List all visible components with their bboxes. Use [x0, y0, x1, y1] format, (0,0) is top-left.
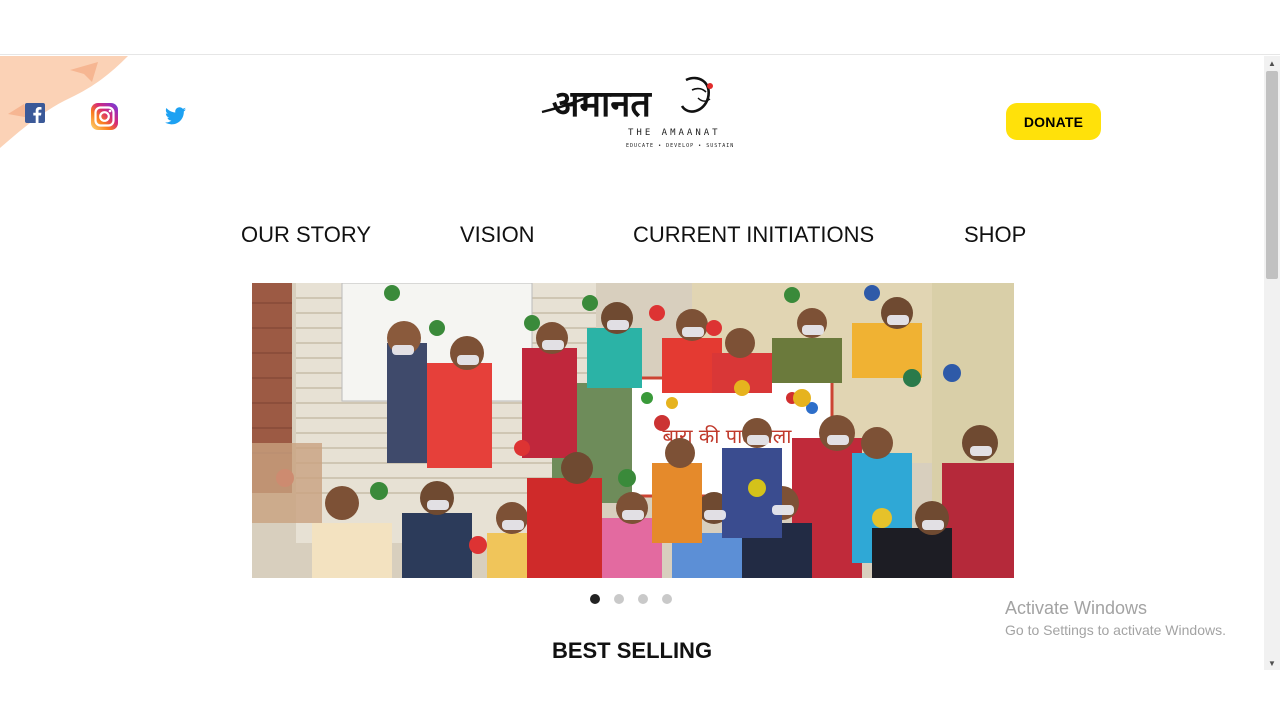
logo-script-text: अमानत [552, 84, 652, 125]
activate-windows-title: Activate Windows [1005, 598, 1148, 618]
nav-item-current-initiations[interactable]: CURRENT INITIATIONS [633, 222, 874, 248]
facebook-icon[interactable] [25, 103, 45, 123]
hero-photo-children: बारा की पाठशाला [252, 283, 1014, 578]
logo-tagline: EDUCATE • DEVELOP • SUSTAIN [626, 143, 735, 149]
activate-windows-watermark: Activate Windows Go to Settings to activ… [1005, 598, 1226, 638]
nav-item-our-story[interactable]: OUR STORY [241, 222, 371, 248]
logo-subtitle: THE AMAANAT [628, 128, 721, 138]
carousel-dot-1[interactable] [590, 594, 600, 604]
browser-top-strip [0, 0, 1280, 55]
scroll-down-arrow-icon[interactable]: ▼ [1264, 656, 1280, 670]
logo-script-mark: अमानत [541, 76, 713, 125]
donate-button[interactable]: DONATE [1006, 103, 1101, 140]
corner-decoration [0, 56, 128, 148]
hero-carousel-slide[interactable]: बारा की पाठशाला [252, 283, 1014, 578]
carousel-dot-4[interactable] [662, 594, 672, 604]
scrollbar-bottom-gap [1264, 670, 1280, 720]
carousel-dot-2[interactable] [614, 594, 624, 604]
best-selling-heading: BEST SELLING [551, 638, 713, 663]
amaanat-logo[interactable]: अमानत THE AMAANAT EDUCATE • DEVELOP • SU… [538, 72, 733, 156]
nav-item-shop[interactable]: SHOP [964, 222, 1026, 248]
activate-windows-subtitle: Go to Settings to activate Windows. [1005, 622, 1226, 638]
vertical-scrollbar[interactable]: ▲ ▼ [1264, 56, 1280, 720]
main-nav: OUR STORY VISION CURRENT INITIATIONS SHO… [0, 222, 1264, 248]
scrollbar-thumb[interactable] [1266, 71, 1278, 279]
scroll-up-arrow-icon[interactable]: ▲ [1264, 56, 1280, 70]
carousel-dot-3[interactable] [638, 594, 648, 604]
page-viewport: अमानत THE AMAANAT EDUCATE • DEVELOP • SU… [0, 56, 1264, 720]
carousel-indicators [590, 594, 672, 604]
nav-item-vision[interactable]: VISION [460, 222, 535, 248]
instagram-icon[interactable] [91, 103, 118, 130]
twitter-icon[interactable] [165, 107, 186, 125]
